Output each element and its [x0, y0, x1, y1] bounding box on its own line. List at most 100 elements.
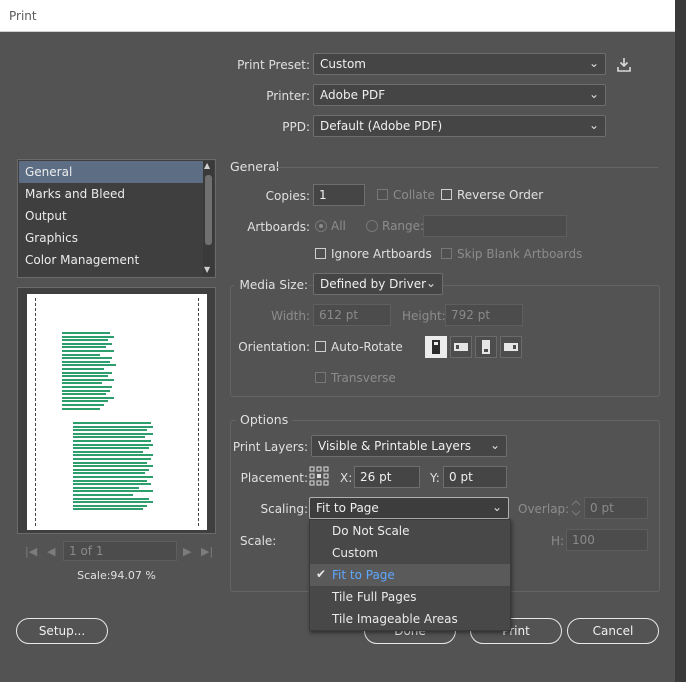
list-scrollbar[interactable]: ▲ ▼: [203, 161, 214, 276]
preview-text-line: [73, 476, 153, 478]
height-input[interactable]: 792 pt: [445, 304, 523, 326]
width-label: Width:: [271, 309, 310, 323]
setup-button[interactable]: Setup...: [16, 618, 108, 644]
ignore-artboards-checkbox[interactable]: [315, 248, 326, 259]
margin-line: [35, 298, 36, 526]
preview-scale: Scale:94.07 %: [77, 569, 156, 582]
options-heading: Options: [236, 412, 293, 427]
scroll-up-icon[interactable]: ▲: [204, 161, 210, 170]
preview-text-line: [73, 472, 145, 475]
menu-item-tile-full-pages[interactable]: Tile Full Pages: [310, 586, 510, 608]
reverse-order-label: Reverse Order: [457, 188, 544, 202]
overlap-stepper[interactable]: [568, 497, 584, 519]
portrait-orientation-icon[interactable]: [425, 336, 447, 358]
sidebar-item-general[interactable]: General: [19, 161, 204, 183]
scroll-down-icon[interactable]: ▼: [204, 265, 210, 274]
preview-text-line: [73, 458, 151, 460]
sidebar-item-marks-and-bleed[interactable]: Marks and Bleed: [19, 183, 204, 205]
preview-page: [27, 294, 207, 530]
last-page-icon[interactable]: ▶|: [201, 545, 213, 558]
menu-item-tile-imageable-areas[interactable]: Tile Imageable Areas: [310, 608, 510, 630]
preview-text-line: [73, 504, 147, 507]
chevron-down-icon: ⌄: [588, 118, 599, 132]
page-field[interactable]: 1 of 1: [63, 541, 177, 561]
artboards-label: Artboards:: [247, 220, 310, 234]
preview-text-line: [62, 342, 112, 345]
print-preset-label: Print Preset:: [237, 58, 310, 72]
preview-text-line: [62, 407, 100, 410]
artboards-range-radio[interactable]: [366, 220, 378, 232]
margin-line: [198, 298, 199, 526]
printer-select[interactable]: Adobe PDF ⌄: [313, 84, 606, 106]
checkmark-icon: ✔: [316, 567, 327, 581]
media-size-label: Media Size:: [234, 278, 308, 292]
printer-value: Adobe PDF: [320, 88, 386, 102]
download-icon[interactable]: [615, 56, 633, 74]
window-title: Print: [9, 9, 37, 23]
preview-text-line: [73, 494, 133, 496]
placement-label: Placement:: [240, 471, 308, 485]
menu-item-do-not-scale[interactable]: Do Not Scale: [310, 520, 510, 542]
ppd-label: PPD:: [282, 120, 310, 134]
divider: [276, 167, 658, 168]
reverse-landscape-orientation-icon[interactable]: [500, 336, 522, 358]
sidebar-item-color-management[interactable]: Color Management: [19, 249, 204, 271]
previous-page-icon[interactable]: ◀: [47, 545, 55, 558]
media-size-select[interactable]: Defined by Driver ⌄: [313, 273, 443, 295]
transverse-label: Transverse: [331, 371, 396, 385]
title-bar: Print: [0, 0, 686, 32]
overlap-input[interactable]: 0 pt: [584, 497, 648, 519]
sidebar-item-graphics[interactable]: Graphics: [19, 227, 204, 249]
transverse-checkbox[interactable]: [315, 372, 326, 383]
next-page-icon[interactable]: ▶: [183, 545, 191, 558]
preview-text-line: [73, 436, 145, 439]
ignore-artboards-label: Ignore Artboards: [331, 247, 432, 261]
x-input[interactable]: 26 pt: [354, 466, 420, 488]
preview-text-line: [62, 368, 104, 370]
sidebar-item-output[interactable]: Output: [19, 205, 204, 227]
artboards-all-radio[interactable]: [315, 220, 327, 232]
skip-blank-artboards-label: Skip Blank Artboards: [457, 247, 583, 261]
category-list: General Marks and Bleed Output Graphics …: [17, 159, 216, 278]
skip-blank-artboards-checkbox[interactable]: [441, 248, 452, 259]
print-preview: [17, 287, 216, 534]
scaling-select[interactable]: Fit to Page ⌄: [309, 497, 509, 519]
first-page-icon[interactable]: |◀: [25, 545, 37, 558]
range-input[interactable]: [423, 215, 567, 237]
preview-text-line: [62, 371, 112, 374]
preview-text-line: [73, 454, 153, 457]
preview-text-line: [62, 357, 112, 360]
overlap-label: Overlap:: [518, 502, 570, 516]
preview-text-line: [73, 490, 153, 493]
y-input[interactable]: 0 pt: [443, 466, 507, 488]
scaling-value: Fit to Page: [316, 501, 379, 515]
scale-label: Scale:: [240, 534, 277, 548]
chevron-down-icon: ⌄: [491, 500, 502, 514]
preview-text-line: [73, 443, 153, 446]
landscape-orientation-icon[interactable]: [450, 336, 472, 358]
preview-text-line: [73, 447, 149, 450]
print-preset-select[interactable]: Custom ⌄: [313, 53, 606, 75]
general-heading: General: [230, 159, 280, 174]
scaling-menu: Do Not Scale Custom ✔ Fit to Page Tile F…: [309, 519, 511, 631]
preview-text-line: [62, 400, 108, 403]
preview-text-line: [73, 483, 151, 486]
preview-text-line: [73, 508, 143, 511]
reverse-order-checkbox[interactable]: [441, 189, 452, 200]
scroll-thumb[interactable]: [205, 175, 212, 245]
placement-grid-icon[interactable]: [309, 466, 329, 486]
width-input[interactable]: 612 pt: [313, 304, 391, 326]
menu-item-custom[interactable]: Custom: [310, 542, 510, 564]
cancel-button[interactable]: Cancel: [567, 618, 659, 644]
preview-text-line: [62, 393, 106, 396]
preview-text-line: [73, 465, 153, 468]
copies-input[interactable]: 1: [313, 184, 365, 206]
ppd-select[interactable]: Default (Adobe PDF) ⌄: [313, 115, 606, 137]
print-layers-select[interactable]: Visible & Printable Layers ⌄: [311, 435, 507, 457]
menu-item-fit-to-page[interactable]: ✔ Fit to Page: [310, 564, 510, 586]
auto-rotate-checkbox[interactable]: [315, 341, 326, 352]
preview-text-line: [62, 375, 108, 378]
reverse-portrait-orientation-icon[interactable]: [475, 336, 497, 358]
h-input[interactable]: 100: [566, 529, 648, 551]
collate-checkbox[interactable]: [377, 189, 388, 200]
